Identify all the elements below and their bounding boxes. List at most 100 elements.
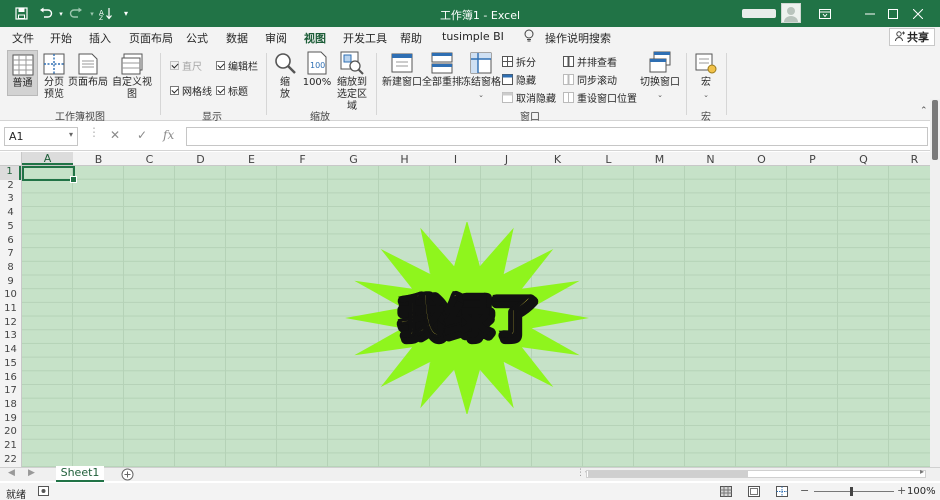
page-layout-view-button[interactable]: 页面布局 (68, 53, 108, 89)
unhide-button[interactable]: 取消隐藏 (502, 90, 556, 105)
name-box[interactable]: A1 ▾ (4, 127, 78, 146)
avatar[interactable] (781, 3, 801, 23)
row-header-6[interactable]: 6 (0, 235, 21, 249)
zoom-to-selection-button[interactable]: 缩放到 选定区域 (333, 51, 371, 113)
column-header-P[interactable]: P (787, 153, 838, 166)
zoom-level[interactable]: 100% (907, 486, 936, 497)
tell-me-search[interactable]: 操作说明搜索 (545, 30, 611, 46)
redo-icon[interactable] (66, 5, 86, 22)
zoom-slider[interactable] (814, 491, 894, 492)
undo-dropdown-icon[interactable]: ▾ (57, 5, 65, 22)
formula-input[interactable] (186, 127, 928, 146)
horizontal-scroll-thumb[interactable] (588, 471, 748, 477)
row-header-1[interactable]: 1 (0, 166, 21, 180)
column-header-D[interactable]: D (175, 153, 226, 166)
column-header-J[interactable]: J (481, 153, 532, 166)
ruler-checkbox[interactable]: 直尺 (170, 58, 202, 73)
user-name[interactable] (742, 9, 776, 18)
zoom-100-button[interactable]: 100 100% (302, 51, 332, 89)
page-break-preview-icon[interactable] (776, 486, 788, 500)
tab-home[interactable]: 开始 (50, 30, 72, 46)
tab-insert[interactable]: 插入 (89, 30, 111, 46)
macros-button[interactable]: 宏 ⌄ (693, 51, 719, 101)
cancel-x-icon[interactable]: ✕ (110, 128, 120, 142)
plus-circle-icon[interactable] (121, 468, 134, 481)
selected-cell-A1[interactable] (22, 166, 77, 183)
row-header-18[interactable]: 18 (0, 399, 21, 413)
insert-function-button[interactable]: fx (163, 128, 174, 142)
column-header-C[interactable]: C (124, 153, 175, 166)
row-header-15[interactable]: 15 (0, 358, 21, 372)
row-header-22[interactable]: 22 (0, 454, 21, 467)
row-header-21[interactable]: 21 (0, 440, 21, 454)
lightbulb-icon[interactable] (524, 29, 534, 45)
column-header-Q[interactable]: Q (838, 153, 889, 166)
column-header-N[interactable]: N (685, 153, 736, 166)
row-header-12[interactable]: 12 (0, 317, 21, 331)
tab-review[interactable]: 审阅 (265, 30, 287, 46)
sheet-bar-splitter-icon[interactable]: ⋮ (576, 468, 585, 478)
sort-filter-icon[interactable]: AZ (96, 5, 118, 22)
normal-view-icon[interactable] (720, 486, 732, 500)
page-break-preview-button[interactable]: 分页 预览 (41, 53, 67, 101)
tab-page-layout[interactable]: 页面布局 (129, 30, 173, 46)
zoom-out-button[interactable]: − (800, 484, 809, 497)
row-header-10[interactable]: 10 (0, 289, 21, 303)
row-header-17[interactable]: 17 (0, 385, 21, 399)
tab-data[interactable]: 数据 (226, 30, 248, 46)
chevron-down-icon[interactable]: ▾ (121, 5, 131, 22)
freeze-panes-button[interactable]: 冻结窗格 ⌄ (461, 51, 501, 101)
save-icon[interactable] (12, 5, 30, 22)
row-header-4[interactable]: 4 (0, 207, 21, 221)
tab-help[interactable]: 帮助 (400, 30, 422, 46)
custom-views-button[interactable]: 自定义视图 (108, 53, 156, 101)
scroll-sheets-left-icon[interactable]: ◀ (8, 468, 15, 478)
row-header-14[interactable]: 14 (0, 344, 21, 358)
zoom-in-button[interactable]: + (897, 484, 906, 497)
column-header-F[interactable]: F (277, 153, 328, 166)
tab-developer[interactable]: 开发工具 (343, 30, 387, 46)
column-header-H[interactable]: H (379, 153, 430, 166)
row-header-7[interactable]: 7 (0, 248, 21, 262)
column-header-G[interactable]: G (328, 153, 379, 166)
formula-bar-checkbox[interactable]: 编辑栏 (216, 58, 258, 73)
column-header-I[interactable]: I (430, 153, 481, 166)
tab-formulas[interactable]: 公式 (186, 30, 208, 46)
page-layout-icon[interactable] (748, 486, 760, 500)
ribbon-display-options-icon[interactable] (802, 0, 847, 27)
row-header-11[interactable]: 11 (0, 303, 21, 317)
zoom-button[interactable]: 缩 放 (272, 51, 298, 101)
scroll-right-icon[interactable]: ▸ (920, 467, 924, 476)
gridlines-checkbox[interactable]: 网格线 (170, 83, 212, 98)
normal-view-button[interactable]: 普通 (7, 50, 38, 96)
row-header-8[interactable]: 8 (0, 262, 21, 276)
synchronous-scrolling-button[interactable]: 同步滚动 (563, 72, 617, 87)
row-header-2[interactable]: 2 (0, 180, 21, 194)
tab-view[interactable]: 视图 (302, 30, 328, 49)
arrange-all-button[interactable]: 全部重排 (422, 51, 462, 89)
row-header-3[interactable]: 3 (0, 193, 21, 207)
sheet-tab[interactable]: Sheet1 (56, 466, 104, 482)
select-all-corner[interactable] (0, 152, 22, 166)
share-button[interactable]: 共享 (889, 28, 935, 46)
undo-icon[interactable] (35, 5, 57, 22)
redo-dropdown-icon[interactable]: ▾ (88, 5, 96, 22)
column-header-O[interactable]: O (736, 153, 787, 166)
row-header-20[interactable]: 20 (0, 426, 21, 440)
scroll-sheets-right-icon[interactable]: ▶ (28, 468, 35, 478)
split-button[interactable]: 拆分 (502, 54, 536, 69)
column-header-B[interactable]: B (73, 153, 124, 166)
new-window-button[interactable]: 新建窗口 (381, 51, 423, 89)
row-header-5[interactable]: 5 (0, 221, 21, 235)
headings-checkbox[interactable]: 标题 (216, 83, 248, 98)
column-header-M[interactable]: M (634, 153, 685, 166)
row-header-16[interactable]: 16 (0, 372, 21, 386)
row-header-13[interactable]: 13 (0, 330, 21, 344)
column-header-E[interactable]: E (226, 153, 277, 166)
checkmark-icon[interactable]: ✓ (137, 128, 147, 142)
hide-button[interactable]: 隐藏 (502, 72, 536, 87)
view-side-by-side-button[interactable]: 并排查看 (563, 54, 617, 69)
macro-record-icon[interactable] (38, 486, 49, 499)
formula-bar-splitter-icon[interactable]: ⋮ (88, 125, 100, 139)
collapse-ribbon-icon[interactable]: ⌃ (920, 106, 928, 116)
